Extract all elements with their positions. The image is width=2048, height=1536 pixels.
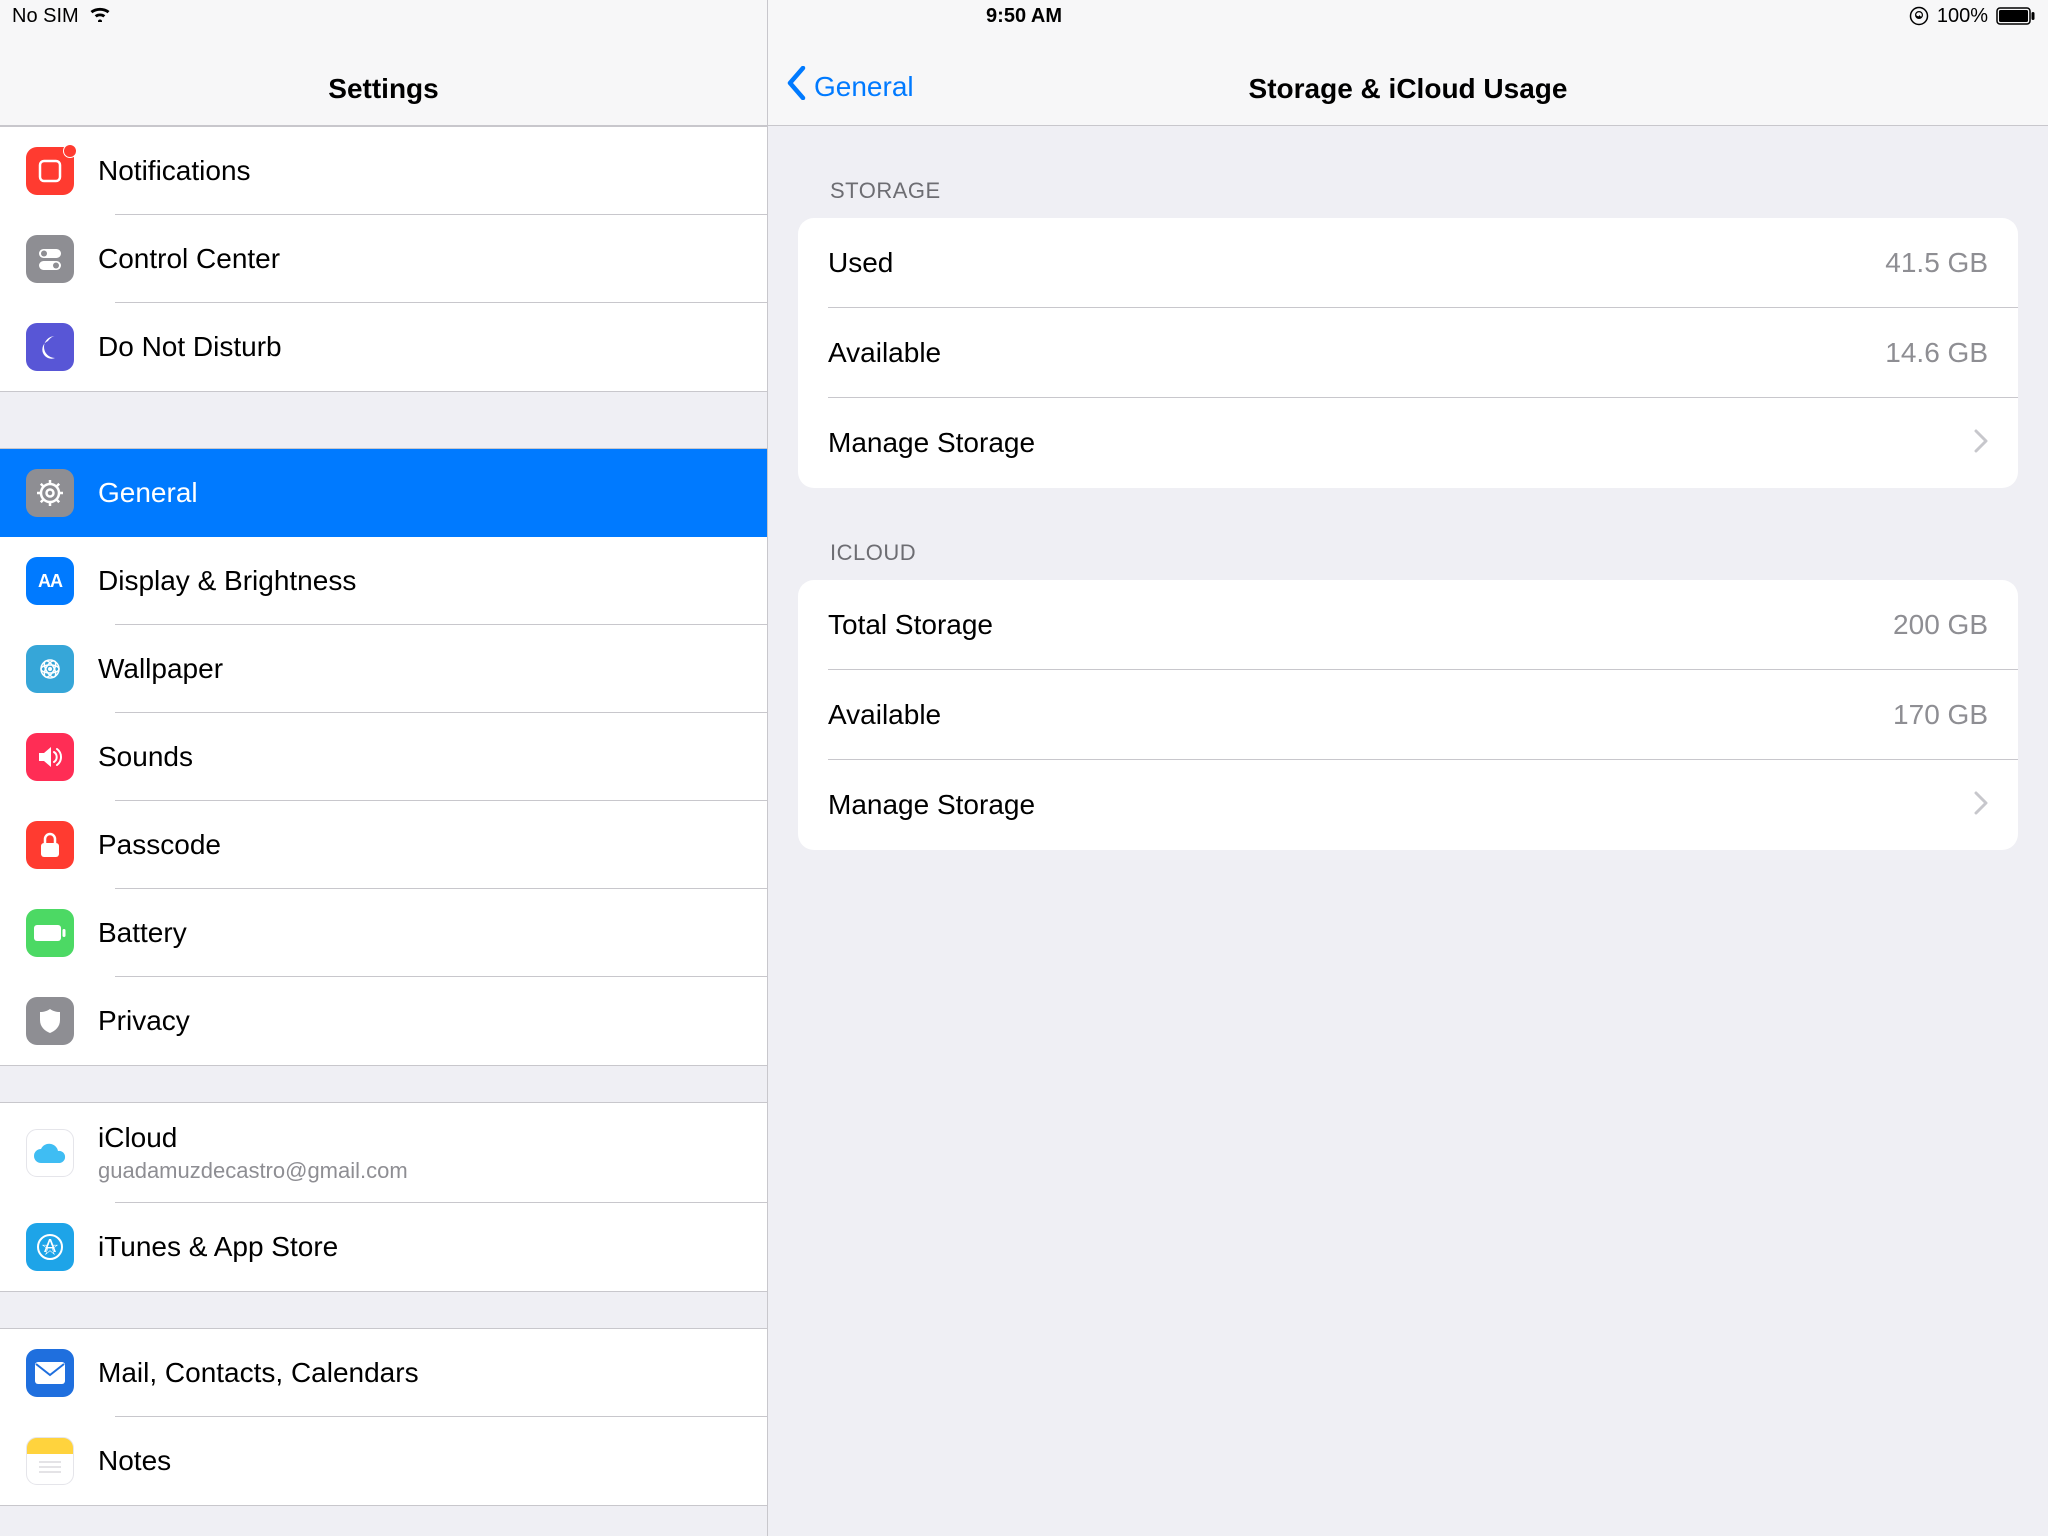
cell-label: Used bbox=[828, 247, 893, 279]
cell-label: Total Storage bbox=[828, 609, 993, 641]
sidebar-item-subtitle: guadamuzdecastro@gmail.com bbox=[98, 1158, 408, 1184]
section-header: iCloud bbox=[768, 488, 2048, 580]
sidebar-item-label: iTunes & App Store bbox=[98, 1231, 338, 1263]
sidebar-item-notes[interactable]: Notes bbox=[0, 1417, 767, 1505]
icloud-icon bbox=[26, 1129, 74, 1177]
svg-text:A: A bbox=[44, 1236, 56, 1256]
sidebar-item-label: Sounds bbox=[98, 741, 193, 773]
general-icon bbox=[26, 469, 74, 517]
sidebar-item-label: Mail, Contacts, Calendars bbox=[98, 1357, 419, 1389]
sidebar-item-label: General bbox=[98, 477, 198, 509]
notes-icon bbox=[26, 1437, 74, 1485]
wallpaper-icon bbox=[26, 645, 74, 693]
itunes-icon: A bbox=[26, 1223, 74, 1271]
sidebar-item-label: Notes bbox=[98, 1445, 171, 1477]
sidebar-item-label: Notifications bbox=[98, 155, 251, 187]
sidebar-item-label: iCloud bbox=[98, 1122, 408, 1154]
passcode-icon bbox=[26, 821, 74, 869]
cell-label: Manage Storage bbox=[828, 789, 1035, 821]
settings-table: Used 41.5 GB Available 14.6 GB Manage Storag… bbox=[798, 218, 2018, 488]
chevron-left-icon bbox=[786, 66, 806, 107]
cell-value: 41.5 GB bbox=[1885, 247, 1988, 279]
cell-value: 170 GB bbox=[1893, 699, 1988, 731]
notifications-icon bbox=[26, 147, 74, 195]
sidebar-item-label: Display & Brightness bbox=[98, 565, 356, 597]
privacy-icon bbox=[26, 997, 74, 1045]
do-not-disturb-icon bbox=[26, 323, 74, 371]
cell-manage-storage[interactable]: Manage Storage bbox=[798, 398, 2018, 488]
battery-pct-text: 100% bbox=[1937, 5, 1988, 28]
chevron-right-icon bbox=[1974, 429, 1988, 458]
sidebar-item-label: Control Center bbox=[98, 243, 280, 275]
cell-available: Available 14.6 GB bbox=[798, 308, 2018, 398]
cell-label: Manage Storage bbox=[828, 427, 1035, 459]
detail-title: Storage & iCloud Usage bbox=[768, 73, 2048, 105]
control-center-icon bbox=[26, 235, 74, 283]
detail-pane: General Storage & iCloud Usage StorageUs… bbox=[768, 0, 2048, 1536]
display-icon: AA bbox=[26, 557, 74, 605]
cell-value: 14.6 GB bbox=[1885, 337, 1988, 369]
settings-table: Total Storage 200 GB Available 170 GB Manage… bbox=[798, 580, 2018, 850]
sidebar-item-label: Passcode bbox=[98, 829, 221, 861]
cell-manage-storage[interactable]: Manage Storage bbox=[798, 760, 2018, 850]
sidebar-item-passcode[interactable]: Passcode bbox=[0, 801, 767, 889]
sidebar-item-mail[interactable]: Mail, Contacts, Calendars bbox=[0, 1329, 767, 1417]
cell-total-storage: Total Storage 200 GB bbox=[798, 580, 2018, 670]
battery-icon bbox=[26, 909, 74, 957]
sidebar-title: Settings bbox=[328, 73, 438, 105]
sidebar-item-label: Privacy bbox=[98, 1005, 190, 1037]
battery-icon bbox=[1996, 7, 2036, 25]
carrier-text: No SIM bbox=[12, 5, 79, 28]
sidebar-item-do-not-disturb[interactable]: Do Not Disturb bbox=[0, 303, 767, 391]
sidebar-item-label: Do Not Disturb bbox=[98, 331, 282, 363]
sidebar-item-general[interactable]: General bbox=[0, 449, 767, 537]
sidebar-item-notifications[interactable]: Notifications bbox=[0, 127, 767, 215]
sidebar-item-wallpaper[interactable]: Wallpaper bbox=[0, 625, 767, 713]
back-label: General bbox=[814, 71, 914, 103]
wifi-icon bbox=[89, 5, 111, 28]
status-bar: No SIM 9:50 AM 100% bbox=[0, 0, 2048, 32]
sounds-icon bbox=[26, 733, 74, 781]
section-header: Storage bbox=[768, 126, 2048, 218]
sidebar-item-sounds[interactable]: Sounds bbox=[0, 713, 767, 801]
back-button[interactable]: General bbox=[786, 66, 914, 107]
sidebar-item-control-center[interactable]: Control Center bbox=[0, 215, 767, 303]
cell-available: Available 170 GB bbox=[798, 670, 2018, 760]
clock-text: 9:50 AM bbox=[986, 5, 1062, 27]
sidebar-item-battery[interactable]: Battery bbox=[0, 889, 767, 977]
sidebar-item-label: Wallpaper bbox=[98, 653, 223, 685]
settings-sidebar: Settings Notifications Control Center Do N… bbox=[0, 0, 768, 1536]
sidebar-item-display[interactable]: AA Display & Brightness bbox=[0, 537, 767, 625]
chevron-right-icon bbox=[1974, 791, 1988, 820]
cell-label: Available bbox=[828, 699, 941, 731]
sidebar-item-itunes[interactable]: AiTunes & App Store bbox=[0, 1203, 767, 1291]
cell-value: 200 GB bbox=[1893, 609, 1988, 641]
orientation-lock-icon bbox=[1909, 6, 1929, 26]
cell-used: Used 41.5 GB bbox=[798, 218, 2018, 308]
sidebar-item-privacy[interactable]: Privacy bbox=[0, 977, 767, 1065]
mail-icon bbox=[26, 1349, 74, 1397]
sidebar-item-icloud[interactable]: iCloud guadamuzdecastro@gmail.com bbox=[0, 1103, 767, 1203]
cell-label: Available bbox=[828, 337, 941, 369]
sidebar-item-label: Battery bbox=[98, 917, 187, 949]
